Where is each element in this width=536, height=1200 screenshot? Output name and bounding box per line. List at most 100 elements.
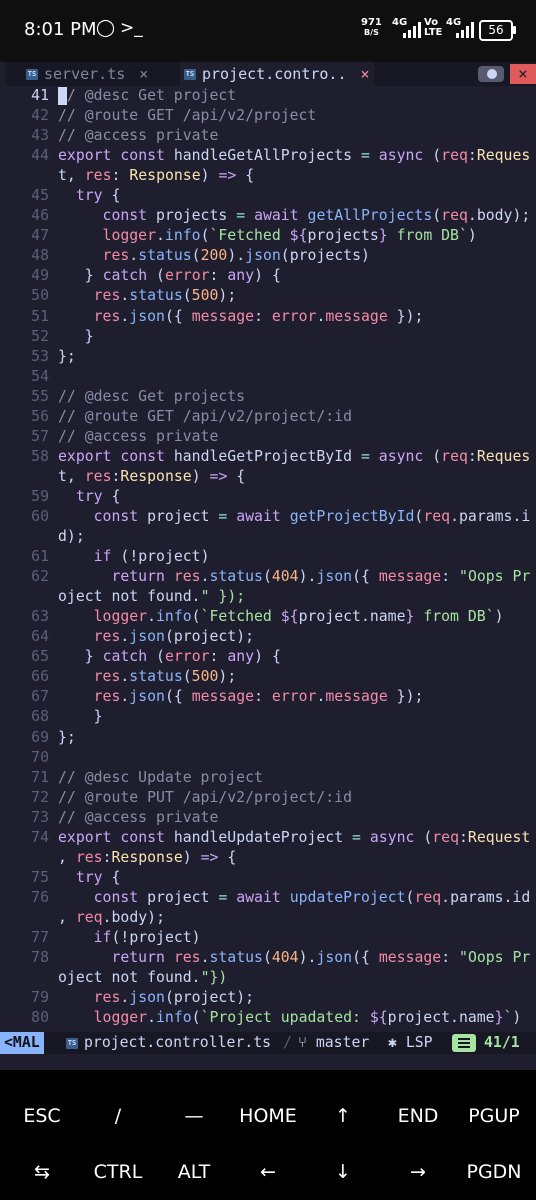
code-line[interactable]: 73 // @access private: [0, 808, 536, 828]
key-row2-1[interactable]: CTRL: [80, 1161, 156, 1183]
cursor-position: 41/1: [484, 1034, 520, 1051]
line-number: 44: [31, 147, 49, 165]
code-line[interactable]: 64 res.json(project);: [0, 627, 536, 647]
code-line[interactable]: 57 // @access private: [0, 427, 536, 447]
tab-project-controller[interactable]: TS project.contro.. ×: [180, 62, 374, 86]
code-line[interactable]: 80 logger.info(`Project upadated: ${proj…: [0, 1008, 536, 1028]
code-line[interactable]: 67 res.json({ message: error.message });: [0, 687, 536, 707]
code-editor[interactable]: TS server.ts × TS project.contro.. × × 4…: [0, 62, 536, 1070]
code-line[interactable]: 60 const project = await getProjectById(…: [0, 507, 536, 527]
tab-server-ts[interactable]: TS server.ts ×: [26, 62, 148, 86]
code-line[interactable]: 65 } catch (error: any) {: [0, 647, 536, 667]
code-line[interactable]: 49 } catch (error: any) {: [0, 266, 536, 286]
tab-bar: TS server.ts × TS project.contro.. × ×: [6, 62, 536, 86]
code-line[interactable]: d);: [0, 527, 536, 547]
key-row1-4[interactable]: ↑: [305, 1105, 381, 1127]
toggle-icon[interactable]: [478, 66, 504, 82]
git-branch: ⑂ master: [298, 1032, 369, 1054]
network-speed-value: 971: [361, 17, 382, 28]
code-line[interactable]: 56 // @route GET /api/v2/project/:id: [0, 407, 536, 427]
code-line[interactable]: 66 res.status(500);: [0, 667, 536, 687]
key-row1-5[interactable]: END: [380, 1105, 456, 1127]
code-text: export const handleGetProjectById = asyn…: [58, 447, 531, 465]
close-icon[interactable]: ×: [139, 62, 148, 86]
code-line[interactable]: 50 res.status(500);: [0, 286, 536, 306]
code-line[interactable]: 78 return res.status(404).json({ message…: [0, 948, 536, 968]
code-line[interactable]: 72 // @route PUT /api/v2/project/:id: [0, 788, 536, 808]
code-text: res.status(500);: [93, 287, 237, 305]
typescript-file-icon: TS: [26, 68, 38, 80]
key-row1-1[interactable]: /: [80, 1105, 156, 1127]
code-area[interactable]: 41 // @desc Get project 42 // @route GET /a…: [0, 86, 536, 1038]
code-line[interactable]: , res:Response) => {: [0, 848, 536, 868]
gear-icon: ✱: [388, 1034, 397, 1051]
line-number: 60: [31, 507, 49, 525]
code-text: // @desc Update project: [58, 768, 263, 786]
status-bar: 8:01 PM ◯ >_ 971 B/S 4G Vo LTE 4G 56: [0, 0, 536, 62]
key-row1-3[interactable]: HOME: [230, 1105, 306, 1127]
line-number: 41: [31, 87, 49, 104]
key-row2-0[interactable]: ⇆: [4, 1161, 80, 1183]
key-row1-2[interactable]: —: [156, 1105, 232, 1127]
code-line[interactable]: 52 }: [0, 327, 536, 347]
code-text: };: [58, 728, 76, 746]
code-line[interactable]: 61 if (!project): [0, 547, 536, 567]
code-line[interactable]: t, res: Response) => {: [0, 166, 536, 186]
code-line[interactable]: , req.body);: [0, 908, 536, 928]
window-close-button[interactable]: ×: [510, 64, 536, 84]
code-line[interactable]: oject not found."}): [0, 968, 536, 988]
line-number: 71: [31, 768, 49, 786]
code-line[interactable]: 79 res.json(project);: [0, 988, 536, 1008]
code-line[interactable]: 62 return res.status(404).json({ message…: [0, 567, 536, 587]
code-line[interactable]: 47 logger.info(`Fetched ${projects} from…: [0, 226, 536, 246]
code-text: res.json({ message: error.message });: [93, 307, 424, 325]
code-text: t, res: Response) => {: [58, 167, 255, 185]
key-row2-4[interactable]: ↓: [305, 1161, 381, 1183]
code-line[interactable]: 41 // @desc Get project: [0, 86, 536, 106]
code-line[interactable]: 71 // @desc Update project: [0, 768, 536, 788]
key-row1-0[interactable]: ESC: [4, 1105, 80, 1127]
text-cursor: [58, 87, 67, 105]
line-number: 63: [31, 608, 49, 626]
code-line[interactable]: 46 const projects = await getAllProjects…: [0, 206, 536, 226]
code-line[interactable]: 74 export const handleUpdateProject = asy…: [0, 828, 536, 848]
code-line[interactable]: 68 }: [0, 707, 536, 727]
code-line[interactable]: 59 try {: [0, 487, 536, 507]
code-line[interactable]: 53};: [0, 347, 536, 367]
code-text: export const handleUpdateProject = async…: [58, 828, 531, 846]
line-number: 80: [31, 1009, 49, 1027]
code-line[interactable]: 75 try {: [0, 868, 536, 888]
code-line[interactable]: 55 // @desc Get projects: [0, 387, 536, 407]
line-number: 58: [31, 447, 49, 465]
code-text: if (!project): [93, 548, 210, 566]
network-speed: 971 B/S: [361, 18, 382, 38]
line-number: 49: [31, 267, 49, 285]
close-icon[interactable]: ×: [361, 62, 370, 86]
key-row2-2[interactable]: ALT: [156, 1161, 232, 1183]
code-line[interactable]: 43 // @access private: [0, 126, 536, 146]
code-line[interactable]: 77 if(!project): [0, 928, 536, 948]
key-row2-3[interactable]: ←: [230, 1161, 306, 1183]
tab-label: project.contro..: [202, 65, 347, 83]
line-number: 55: [31, 387, 49, 405]
code-line[interactable]: 54: [0, 367, 536, 387]
code-text: d);: [58, 528, 85, 546]
line-number: 66: [31, 668, 49, 686]
code-text: res.status(500);: [93, 668, 237, 686]
code-line[interactable]: oject not found." });: [0, 587, 536, 607]
code-line[interactable]: t, res:Response) => {: [0, 467, 536, 487]
code-line[interactable]: 45 try {: [0, 186, 536, 206]
code-line[interactable]: 51 res.json({ message: error.message });: [0, 307, 536, 327]
code-line[interactable]: 48 res.status(200).json(projects): [0, 246, 536, 266]
code-line[interactable]: 58 export const handleGetProjectById = as…: [0, 447, 536, 467]
code-line[interactable]: 70: [0, 748, 536, 768]
code-text: return res.status(404).json({ message: "…: [111, 949, 531, 967]
code-line[interactable]: 63 logger.info(`Fetched ${project.name} …: [0, 607, 536, 627]
code-line[interactable]: 76 const project = await updateProject(r…: [0, 888, 536, 908]
key-row1-6[interactable]: PGUP: [456, 1105, 532, 1127]
code-line[interactable]: 42 // @route GET /api/v2/project: [0, 106, 536, 126]
code-line[interactable]: 44 export const handleGetAllProjects = as…: [0, 146, 536, 166]
code-line[interactable]: 69};: [0, 728, 536, 748]
key-row2-5[interactable]: →: [380, 1161, 456, 1183]
key-row2-6[interactable]: PGDN: [456, 1161, 532, 1183]
